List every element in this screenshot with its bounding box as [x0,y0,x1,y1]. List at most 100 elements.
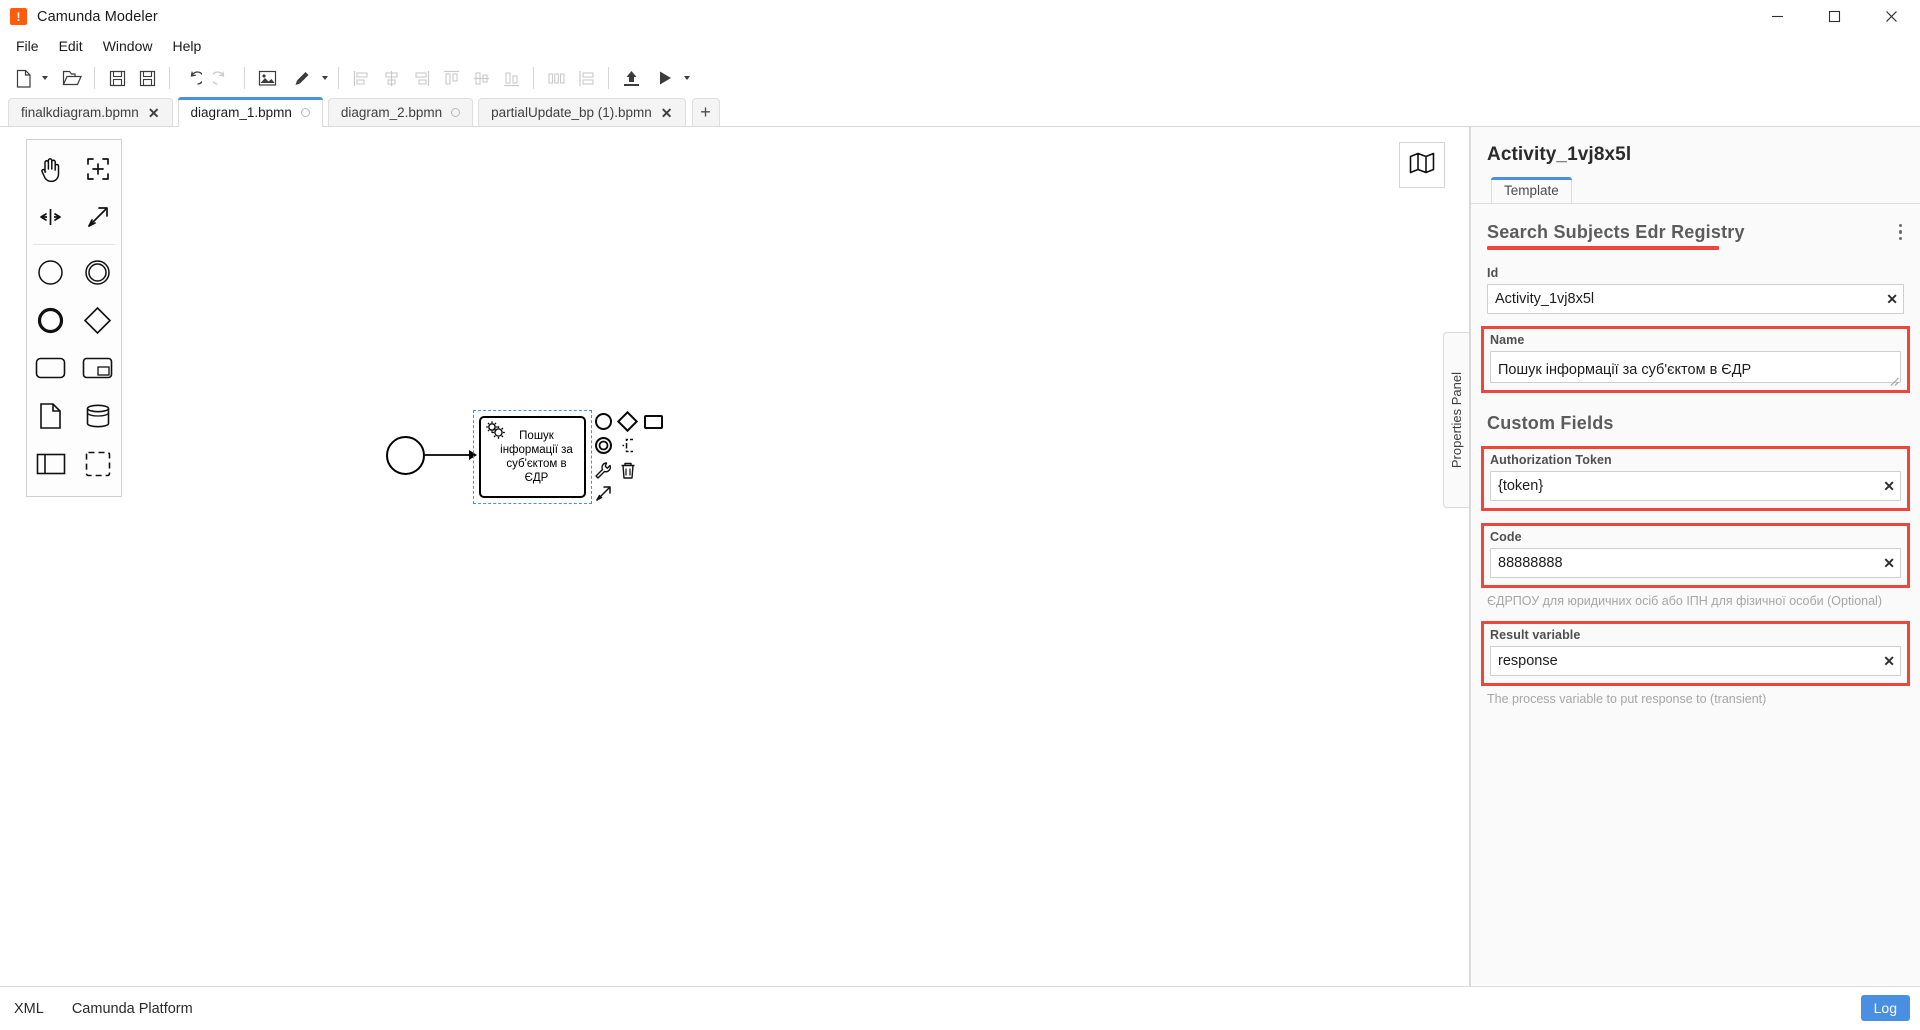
clear-icon[interactable]: ✕ [1886,292,1898,306]
menu-item-edit[interactable]: Edit [49,36,93,57]
change-type-button[interactable] [594,461,613,485]
code-label: Code [1490,530,1522,545]
name-field: Name [1481,326,1910,394]
new-tab-button[interactable]: + [691,98,720,126]
template-name-highlight [1487,246,1719,251]
template-name: Search Subjects Edr Registry [1487,221,1745,242]
authorization-token-label: Authorization Token [1490,453,1612,468]
undo-button[interactable] [177,63,207,93]
diagram-elements: Пошук інформації за суб'єктом в ЄДР [0,127,1469,986]
toolbar-divider [94,67,95,89]
code-input[interactable] [1490,548,1901,579]
toolbar-divider [608,67,609,89]
code-help-text: ЄДРПОУ для юридичних осіб або ІПН для фі… [1487,594,1882,609]
open-diagram-button[interactable] [57,63,87,93]
align-left-button[interactable] [346,63,376,93]
result-variable-input[interactable] [1490,646,1901,677]
run-dropdown-icon[interactable] [680,63,693,93]
status-bar: XML Camunda Platform Log [0,986,1920,1030]
tab-finalkdiagram[interactable]: finalkdiagram.bpmn ✕ [8,98,173,126]
title-bar: ! Camunda Modeler [0,0,1920,33]
maximize-icon[interactable] [1806,0,1863,33]
name-input-wrap [1490,351,1901,387]
deploy-button[interactable] [616,63,646,93]
menu-item-help[interactable]: Help [162,36,211,57]
tab-diagram-2[interactable]: diagram_2.bpmn [327,98,474,126]
append-task-button[interactable] [644,415,663,429]
append-text-annotation-button[interactable] [620,437,638,460]
close-icon[interactable] [1863,0,1920,33]
run-button[interactable] [650,63,680,93]
clear-icon[interactable]: ✕ [1883,654,1895,668]
new-diagram-dropdown-icon[interactable] [38,63,51,93]
toolbar-divider [169,67,170,89]
code-input-wrap: ✕ [1490,548,1901,579]
main-area: Пошук інформації за суб'єктом в ЄДР Prop… [0,127,1920,986]
toolbar [0,60,1920,96]
camunda-icon: ! [10,8,27,25]
authorization-token-input-wrap: ✕ [1490,471,1901,502]
properties-panel: Activity_1vj8x5l Template Search Subject… [1470,127,1920,986]
align-bottom-button[interactable] [496,63,526,93]
set-color-dropdown-icon[interactable] [318,63,331,93]
align-center-button[interactable] [376,63,406,93]
dot-icon[interactable] [300,108,310,117]
minimize-icon[interactable] [1749,0,1806,33]
distribute-horizontal-button[interactable] [541,63,571,93]
tab-label: finalkdiagram.bpmn [21,104,139,120]
resize-grip-icon[interactable] [1890,373,1899,387]
result-variable-input-wrap: ✕ [1490,646,1901,677]
authorization-token-input[interactable] [1490,471,1901,502]
tab-template[interactable]: Template [1491,177,1572,203]
append-end-event-button[interactable] [595,413,612,430]
connect-button[interactable] [594,484,613,508]
append-intermediate-event-button[interactable] [595,437,612,454]
close-icon[interactable]: ✕ [661,106,673,120]
name-input[interactable] [1490,351,1901,384]
align-middle-button[interactable] [466,63,496,93]
save-as-diagram-button[interactable] [132,63,162,93]
properties-panel-content: Search Subjects Edr Registry Id ✕ Name [1471,204,1920,708]
tab-diagram-1[interactable]: diagram_1.bpmn [177,97,324,127]
result-variable-help-text: The process variable to put response to … [1487,692,1767,707]
bpmn-canvas[interactable]: Пошук інформації за суб'єктом в ЄДР Prop… [0,127,1470,986]
kebab-menu-icon[interactable] [1897,220,1904,244]
window-title: Camunda Modeler [37,8,158,25]
close-icon[interactable]: ✕ [148,106,160,120]
dot-icon[interactable] [451,108,461,117]
menu-item-file[interactable]: File [6,36,49,57]
menu-bar: File Edit Window Help [0,33,1920,60]
id-input-wrap: ✕ [1487,284,1904,315]
result-variable-label: Result variable [1490,628,1581,643]
xml-view-button[interactable]: XML [14,1001,44,1017]
menu-item-window[interactable]: Window [93,36,163,57]
align-top-button[interactable] [436,63,466,93]
code-field: Code ✕ [1481,523,1910,589]
sequence-flow[interactable] [425,447,477,468]
editor-tab-bar: finalkdiagram.bpmn ✕ diagram_1.bpmn diag… [0,96,1920,127]
append-gateway-button[interactable] [616,410,639,433]
set-color-button[interactable] [288,63,318,93]
delete-element-button[interactable] [619,461,637,485]
properties-panel-toggle[interactable]: Properties Panel [1443,332,1469,508]
page-title: Activity_1vj8x5l [1487,144,1632,165]
align-right-button[interactable] [406,63,436,93]
tab-template-label: Template [1504,183,1559,198]
redo-button[interactable] [207,63,237,93]
new-diagram-button[interactable] [8,63,38,93]
log-button[interactable]: Log [1860,995,1910,1021]
engine-profile-button[interactable]: Camunda Platform [72,1001,193,1017]
id-field: Id ✕ [1487,266,1904,315]
clear-icon[interactable]: ✕ [1883,556,1895,570]
start-event-shape[interactable] [386,436,425,475]
distribute-vertical-button[interactable] [571,63,601,93]
authorization-token-field: Authorization Token ✕ [1481,446,1910,512]
properties-panel-toggle-label: Properties Panel [1449,371,1464,469]
export-image-button[interactable] [252,63,282,93]
id-input[interactable] [1487,284,1904,315]
save-diagram-button[interactable] [102,63,132,93]
tab-partial-update[interactable]: partialUpdate_bp (1).bpmn ✕ [478,98,686,126]
properties-panel-tabs: Template [1471,177,1920,204]
clear-icon[interactable]: ✕ [1883,479,1895,493]
task-label: Пошук інформації за суб'єктом в ЄДР [500,429,573,485]
